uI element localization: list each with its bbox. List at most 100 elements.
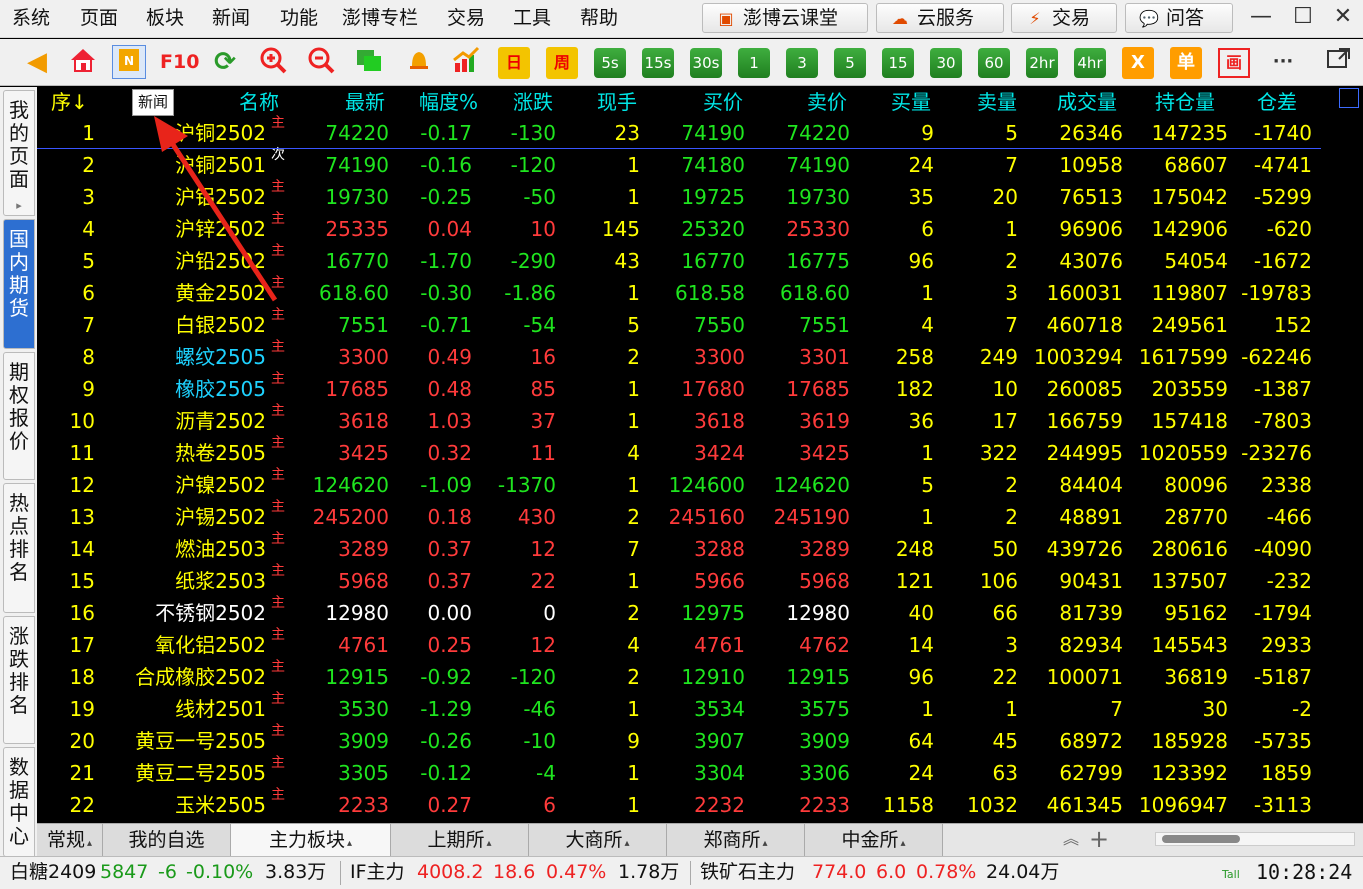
menu-news[interactable]: 新闻 — [212, 0, 250, 38]
sidebar-tab-hot-rank[interactable]: 热点排名 — [3, 483, 35, 613]
menu-help[interactable]: 帮助 — [580, 0, 618, 38]
cell-volume: 68972 — [1059, 729, 1123, 753]
draw-button[interactable]: 画 — [1218, 48, 1250, 78]
period-4hr-button[interactable]: 4hr — [1074, 48, 1106, 78]
table-row[interactable]: 14 燃油2503 主 3289 0.37 12 7 3288 3289 248 50 439726 2… — [37, 531, 1327, 565]
cell-ask-vol: 1 — [1005, 697, 1018, 721]
trade-button[interactable]: ⚡ 交易 — [1011, 3, 1117, 33]
period-5s-button[interactable]: 5s — [594, 48, 626, 78]
period-15m-button[interactable]: 15 — [882, 48, 914, 78]
tab-general[interactable]: 常规 ▴ — [37, 824, 103, 856]
tab-dce[interactable]: 大商所 ▴ — [529, 824, 667, 856]
period-5m-button[interactable]: 5 — [834, 48, 866, 78]
vertical-scrollbar[interactable] — [1336, 87, 1363, 823]
table-row[interactable]: 16 不锈钢2502 主 12980 0.00 0 2 12975 12980 40 66 81739… — [37, 595, 1327, 629]
qa-button[interactable]: 💬 问答 — [1125, 3, 1233, 33]
table-row[interactable]: 21 黄豆二号2505 主 3305 -0.12 -4 1 3304 3306 24 63 62799… — [37, 755, 1327, 789]
menu-tools[interactable]: 工具 — [513, 0, 551, 38]
col-ask-header[interactable]: 卖价 — [807, 87, 847, 117]
table-row[interactable]: 17 氧化铝2502 主 4761 0.25 12 4 4761 4762 14 3 82934 145… — [37, 627, 1327, 661]
cell-bid: 74190 — [681, 121, 745, 145]
cell-volume: 26346 — [1059, 121, 1123, 145]
col-oi-change-header[interactable]: 仓差 — [1257, 87, 1297, 117]
zoom-in-icon[interactable] — [256, 45, 290, 79]
table-row[interactable]: 19 线材2501 主 3530 -1.29 -46 1 3534 3575 1 1 7 30 -2 — [37, 691, 1327, 725]
window-icon[interactable] — [352, 45, 386, 79]
scroll-thumb[interactable] — [1162, 835, 1240, 843]
table-row[interactable]: 15 纸浆2503 主 5968 0.37 22 1 5966 5968 121 106 90431 1… — [37, 563, 1327, 597]
table-row[interactable]: 9 橡胶2505 主 17685 0.48 85 1 17680 17685 182 10 26008… — [37, 371, 1327, 405]
trend-chart-icon[interactable] — [449, 45, 483, 79]
table-row[interactable]: 10 沥青2502 主 3618 1.03 37 1 3618 3619 36 17 166759 15… — [37, 403, 1327, 437]
table-row[interactable]: 12 沪镍2502 主 124620 -1.09 -1370 1 124600 124620 5 2… — [37, 467, 1327, 501]
cloud-service-button[interactable]: ☁ 云服务 — [876, 3, 1004, 33]
f10-button[interactable]: F10 — [160, 45, 199, 79]
period-30m-button[interactable]: 30 — [930, 48, 962, 78]
sidebar-tab-options[interactable]: 期权报价 — [3, 352, 35, 480]
close-icon[interactable]: ✕ — [1322, 0, 1363, 36]
col-pct-header[interactable]: 幅度% — [419, 87, 478, 117]
period-day-button[interactable]: 日 — [498, 47, 530, 79]
table-row[interactable]: 8 螺纹2505 主 3300 0.49 16 2 3300 3301 258 249 1003294… — [37, 339, 1327, 373]
status-iron-name[interactable]: 铁矿石主力 — [700, 857, 795, 888]
more-button[interactable]: ··· — [1266, 45, 1300, 79]
sidebar-tab-change-rank[interactable]: 涨跌排名 — [3, 616, 35, 744]
sidebar-tab-data-center[interactable]: 数据中心 — [3, 747, 35, 857]
home-icon[interactable] — [66, 45, 100, 79]
main-contract-badge: 主 — [271, 595, 285, 611]
scroll-box-icon[interactable] — [1339, 88, 1359, 108]
period-15s-button[interactable]: 15s — [642, 48, 674, 78]
table-row[interactable]: 20 黄豆一号2505 主 3909 -0.26 -10 9 3907 3909 64 45 6897… — [37, 723, 1327, 757]
alert-bell-icon[interactable] — [402, 45, 436, 79]
col-change-header[interactable]: 涨跌 — [513, 87, 553, 117]
refresh-icon[interactable]: ⟳ — [208, 45, 242, 79]
horizontal-scrollbar[interactable] — [1155, 832, 1355, 846]
table-row[interactable]: 22 玉米2505 主 2233 0.27 6 1 2232 2233 1158 1032 46134… — [37, 787, 1327, 821]
period-60m-button[interactable]: 60 — [978, 48, 1010, 78]
period-30s-button[interactable]: 30s — [690, 48, 722, 78]
period-2hr-button[interactable]: 2hr — [1026, 48, 1058, 78]
tab-cffex[interactable]: 中金所 ▴ — [805, 824, 943, 856]
tab-czce[interactable]: 郑商所 ▴ — [667, 824, 805, 856]
tab-main-contracts[interactable]: 主力板块 ▴ — [231, 824, 391, 856]
status-if-name[interactable]: IF主力 — [350, 857, 405, 888]
col-oi-header[interactable]: 持仓量 — [1155, 87, 1215, 117]
col-index-header[interactable]: 序↓ — [51, 87, 88, 117]
table-row[interactable]: 13 沪锡2502 主 245200 0.18 430 2 245160 245190 1 2 488… — [37, 499, 1327, 533]
period-week-button[interactable]: 周 — [546, 47, 578, 79]
x-button[interactable]: X — [1122, 47, 1154, 79]
col-bid-vol-header[interactable]: 买量 — [891, 87, 931, 117]
col-last-header[interactable]: 最新 — [345, 87, 385, 117]
zoom-out-icon[interactable] — [304, 45, 338, 79]
news-icon[interactable]: N — [112, 45, 146, 79]
sidebar-tab-my-page[interactable]: 我的页面 ▸ — [3, 90, 35, 216]
tabs-collapse-icon[interactable]: ︽ — [1063, 824, 1079, 854]
minimize-icon[interactable]: — — [1240, 0, 1282, 36]
menu-sector[interactable]: 板块 — [146, 0, 184, 38]
menu-column[interactable]: 澎博专栏 — [342, 0, 418, 38]
period-1m-button[interactable]: 1 — [738, 48, 770, 78]
cloud-classroom-button[interactable]: ▣ 澎博云课堂 — [702, 3, 868, 33]
cell-oi-change: 1859 — [1261, 761, 1312, 785]
col-ask-vol-header[interactable]: 卖量 — [977, 87, 1017, 117]
sidebar-tab-domestic-futures[interactable]: 国内期货 — [3, 219, 35, 349]
table-row[interactable]: 7 白银2502 主 7551 -0.71 -54 5 7550 7551 4 7 460718 249… — [37, 307, 1327, 341]
table-row[interactable]: 18 合成橡胶2502 主 12915 -0.92 -120 2 12910 12915 96 22… — [37, 659, 1327, 693]
tab-shfe[interactable]: 上期所 ▴ — [391, 824, 529, 856]
single-order-button[interactable]: 单 — [1170, 47, 1202, 79]
menu-trade[interactable]: 交易 — [447, 0, 485, 38]
col-volume-header[interactable]: 成交量 — [1057, 87, 1117, 117]
status-sugar-name[interactable]: 白糖2409 — [10, 857, 96, 888]
table-row[interactable]: 11 热卷2505 主 3425 0.32 11 4 3424 3425 1 322 244995 10… — [37, 435, 1327, 469]
tab-watchlist[interactable]: 我的自选 — [103, 824, 231, 856]
menu-system[interactable]: 系统 — [12, 0, 50, 38]
menu-page[interactable]: 页面 — [80, 0, 118, 38]
menu-function[interactable]: 功能 — [280, 0, 318, 38]
popout-icon[interactable] — [1322, 45, 1356, 79]
col-bid-header[interactable]: 买价 — [703, 87, 743, 117]
back-arrow-icon[interactable]: ◀ — [20, 45, 54, 79]
col-hand-header[interactable]: 现手 — [597, 87, 637, 117]
add-tab-button[interactable]: + — [1089, 824, 1109, 854]
period-3m-button[interactable]: 3 — [786, 48, 818, 78]
maximize-icon[interactable]: ☐ — [1282, 0, 1324, 36]
